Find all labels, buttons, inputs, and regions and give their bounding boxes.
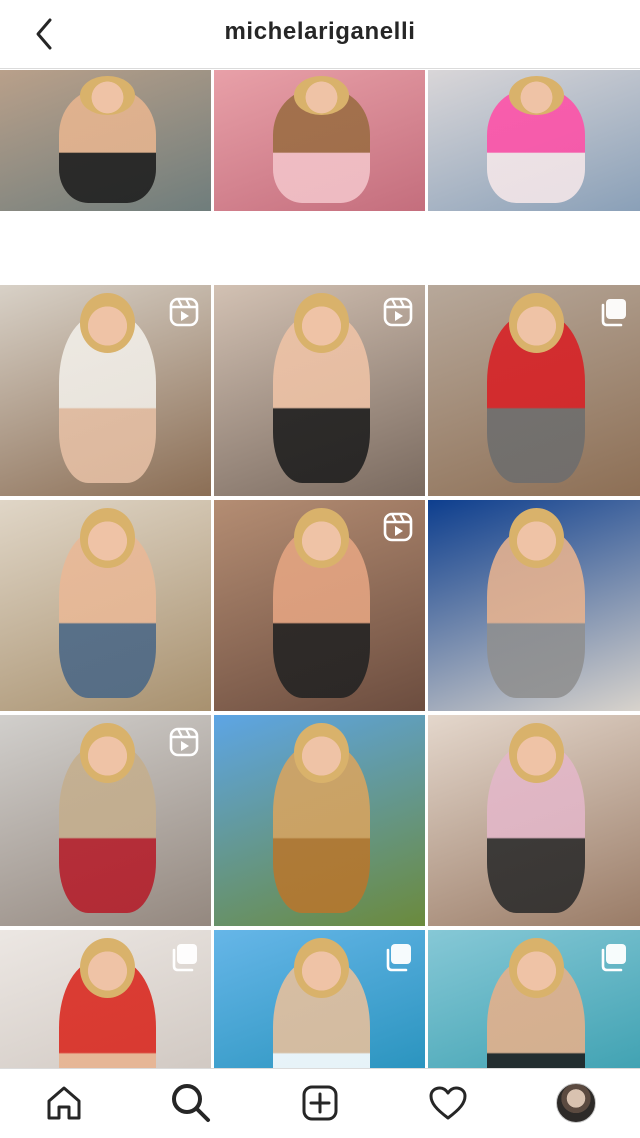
grid-post-2[interactable] <box>214 70 425 211</box>
photo-subject-head <box>80 938 136 998</box>
photo-subject-head <box>294 723 350 783</box>
photo-subject-head <box>508 938 564 998</box>
profile-avatar <box>556 1083 596 1123</box>
home-icon <box>47 1086 81 1120</box>
grid-post-4[interactable] <box>0 285 211 496</box>
reel-icon <box>169 727 199 757</box>
grid-post-13[interactable] <box>0 930 211 1068</box>
grid-post-3[interactable] <box>428 70 640 211</box>
tab-activity[interactable] <box>426 1081 470 1125</box>
grid-post-10[interactable] <box>0 715 211 926</box>
photo-subject-head <box>508 723 564 783</box>
activity-heart-icon <box>429 1086 467 1120</box>
photo-subject-head <box>508 508 564 568</box>
grid-post-8[interactable] <box>214 500 425 711</box>
grid-post-12[interactable] <box>428 715 640 926</box>
carousel-icon <box>383 942 413 972</box>
grid-post-6[interactable] <box>428 285 640 496</box>
tab-profile[interactable] <box>554 1081 598 1125</box>
search-icon <box>172 1084 210 1122</box>
tab-home[interactable] <box>42 1081 86 1125</box>
grid-post-5[interactable] <box>214 285 425 496</box>
grid-post-1[interactable] <box>0 70 211 211</box>
grid-post-14[interactable] <box>214 930 425 1068</box>
grid-post-11[interactable] <box>214 715 425 926</box>
carousel-icon <box>169 942 199 972</box>
carousel-icon <box>598 297 628 327</box>
grid-post-15[interactable] <box>428 930 640 1068</box>
photo-subject-head <box>508 75 564 116</box>
profile-username-title: michelariganelli <box>224 18 416 45</box>
reel-icon <box>169 297 199 327</box>
photo-subject-head <box>80 508 136 568</box>
grid-post-7[interactable] <box>0 500 211 711</box>
photo-subject-head <box>294 938 350 998</box>
photo-subject-head <box>294 75 350 116</box>
top-bar: michelariganelli <box>0 0 640 69</box>
photo-subject-head <box>294 508 350 568</box>
reel-icon <box>383 297 413 327</box>
tab-new-post[interactable] <box>298 1081 342 1125</box>
new-post-icon <box>302 1085 338 1121</box>
photo-subject-head <box>80 75 136 116</box>
carousel-icon <box>598 942 628 972</box>
photo-subject-head <box>508 293 564 353</box>
media-grid <box>0 70 640 1068</box>
bottom-tab-bar <box>0 1068 640 1138</box>
photo-subject-head <box>294 293 350 353</box>
photo-subject-head <box>80 293 136 353</box>
grid-post-9[interactable] <box>428 500 640 711</box>
tab-search[interactable] <box>169 1081 213 1125</box>
reel-icon <box>383 512 413 542</box>
photo-subject-head <box>80 723 136 783</box>
